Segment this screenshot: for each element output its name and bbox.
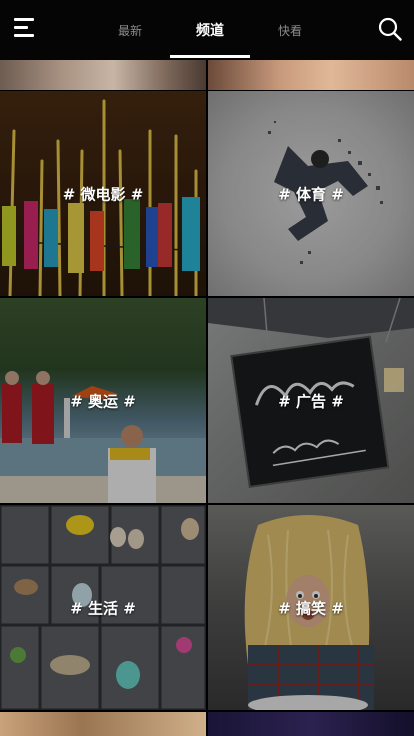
channel-label: # 体育 # xyxy=(278,185,344,203)
channel-tile-partial[interactable] xyxy=(208,60,414,90)
channel-label: # 奥运 # xyxy=(70,392,136,410)
channel-label: # 微电影 # xyxy=(62,185,144,203)
channel-label: # 广告 # xyxy=(278,392,344,410)
search-icon[interactable] xyxy=(378,17,402,41)
channel-label: # 搞笑 # xyxy=(278,599,344,617)
channel-tile-micro-film[interactable]: # 微电影 # xyxy=(0,91,206,296)
channel-tile-ad[interactable]: # 广告 # xyxy=(208,298,414,503)
tab-quick-look[interactable]: 快看 xyxy=(250,0,330,60)
channel-grid: # 微电影 # # 体育 # # 奥运 # # 广告 # # 生活 # # 搞笑… xyxy=(0,60,414,736)
hamburger-menu-icon[interactable] xyxy=(14,18,36,38)
top-nav-bar: 最新 频道 快看 xyxy=(0,0,414,60)
tab-latest[interactable]: 最新 xyxy=(90,0,170,60)
channel-tile-funny[interactable]: # 搞笑 # xyxy=(208,505,414,710)
tab-channels[interactable]: 频道 xyxy=(170,0,250,60)
channel-tile-partial[interactable] xyxy=(208,712,414,736)
channel-tile-sports[interactable]: # 体育 # xyxy=(208,91,414,296)
channel-tile-olympics[interactable]: # 奥运 # xyxy=(0,298,206,503)
channel-tile-partial[interactable] xyxy=(0,712,206,736)
channel-tile-partial[interactable] xyxy=(0,60,206,90)
channel-label: # 生活 # xyxy=(70,599,136,617)
channel-tile-life[interactable]: # 生活 # xyxy=(0,505,206,710)
tab-bar: 最新 频道 快看 xyxy=(90,0,330,60)
